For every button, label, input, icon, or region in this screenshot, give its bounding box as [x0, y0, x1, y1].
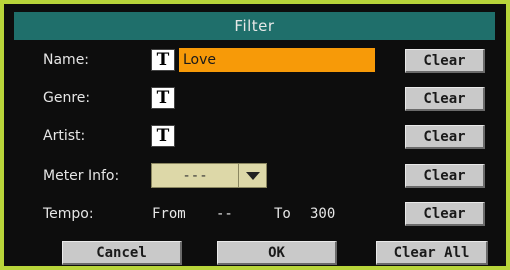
text-edit-icon[interactable]: T — [151, 125, 175, 147]
meter-info-select[interactable]: --- — [151, 163, 267, 188]
name-field[interactable]: Love — [179, 48, 375, 72]
genre-label: Genre: — [43, 90, 91, 106]
name-label: Name: — [43, 52, 90, 68]
meter-info-label: Meter Info: — [43, 168, 120, 184]
filter-dialog: Filter Name: T Love Clear Genre: T Clear… — [0, 0, 510, 270]
tempo-from-value[interactable]: -- — [216, 206, 233, 222]
chevron-down-icon[interactable] — [239, 164, 266, 187]
tempo-from-label: From — [152, 206, 186, 222]
cancel-button[interactable]: Cancel — [62, 241, 182, 265]
artist-clear-button[interactable]: Clear — [405, 125, 485, 149]
text-edit-icon[interactable]: T — [151, 87, 175, 109]
dialog-title: Filter — [14, 12, 495, 40]
ok-button[interactable]: OK — [217, 241, 337, 265]
tempo-to-value[interactable]: 300 — [310, 206, 335, 222]
genre-clear-button[interactable]: Clear — [405, 87, 485, 111]
meter-clear-button[interactable]: Clear — [405, 164, 485, 188]
artist-label: Artist: — [43, 128, 86, 144]
name-clear-button[interactable]: Clear — [405, 49, 485, 73]
meter-info-value: --- — [182, 167, 208, 184]
tempo-clear-button[interactable]: Clear — [405, 202, 485, 226]
text-edit-icon[interactable]: T — [151, 49, 175, 71]
clear-all-button[interactable]: Clear All — [376, 241, 488, 265]
tempo-label: Tempo: — [43, 206, 94, 222]
tempo-to-label: To — [274, 206, 291, 222]
